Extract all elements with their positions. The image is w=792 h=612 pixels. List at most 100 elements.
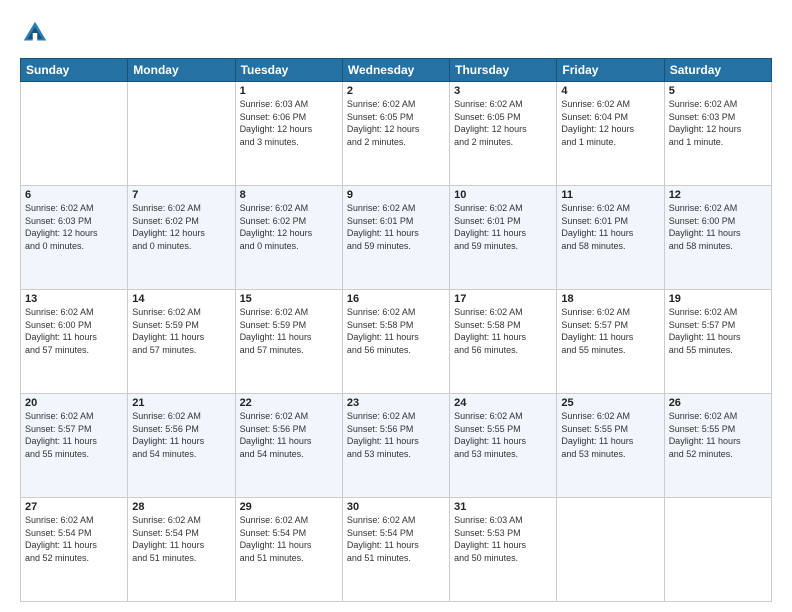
day-number: 25 [561, 397, 659, 409]
calendar-day-cell: 9Sunrise: 6:02 AM Sunset: 6:01 PM Daylig… [342, 186, 449, 290]
day-number: 31 [454, 501, 552, 513]
calendar-day-cell: 23Sunrise: 6:02 AM Sunset: 5:56 PM Dayli… [342, 394, 449, 498]
day-info: Sunrise: 6:02 AM Sunset: 5:59 PM Dayligh… [240, 306, 338, 356]
calendar-day-cell: 17Sunrise: 6:02 AM Sunset: 5:58 PM Dayli… [450, 290, 557, 394]
day-info: Sunrise: 6:02 AM Sunset: 5:54 PM Dayligh… [132, 514, 230, 564]
day-number: 14 [132, 293, 230, 305]
day-info: Sunrise: 6:02 AM Sunset: 6:03 PM Dayligh… [669, 98, 767, 148]
day-number: 21 [132, 397, 230, 409]
day-number: 8 [240, 189, 338, 201]
calendar-day-cell: 7Sunrise: 6:02 AM Sunset: 6:02 PM Daylig… [128, 186, 235, 290]
day-number: 28 [132, 501, 230, 513]
day-info: Sunrise: 6:02 AM Sunset: 5:57 PM Dayligh… [561, 306, 659, 356]
day-number: 12 [669, 189, 767, 201]
day-info: Sunrise: 6:02 AM Sunset: 5:58 PM Dayligh… [454, 306, 552, 356]
logo [20, 18, 54, 48]
day-number: 15 [240, 293, 338, 305]
day-info: Sunrise: 6:02 AM Sunset: 5:54 PM Dayligh… [347, 514, 445, 564]
calendar-day-cell: 31Sunrise: 6:03 AM Sunset: 5:53 PM Dayli… [450, 498, 557, 602]
calendar-day-cell [128, 82, 235, 186]
day-info: Sunrise: 6:02 AM Sunset: 6:00 PM Dayligh… [669, 202, 767, 252]
day-info: Sunrise: 6:02 AM Sunset: 5:59 PM Dayligh… [132, 306, 230, 356]
day-number: 26 [669, 397, 767, 409]
calendar-day-cell: 18Sunrise: 6:02 AM Sunset: 5:57 PM Dayli… [557, 290, 664, 394]
calendar-week-row: 27Sunrise: 6:02 AM Sunset: 5:54 PM Dayli… [21, 498, 772, 602]
day-info: Sunrise: 6:02 AM Sunset: 6:02 PM Dayligh… [132, 202, 230, 252]
day-number: 13 [25, 293, 123, 305]
day-info: Sunrise: 6:02 AM Sunset: 6:03 PM Dayligh… [25, 202, 123, 252]
calendar-day-cell: 27Sunrise: 6:02 AM Sunset: 5:54 PM Dayli… [21, 498, 128, 602]
weekday-header: Monday [128, 59, 235, 82]
day-info: Sunrise: 6:02 AM Sunset: 5:57 PM Dayligh… [25, 410, 123, 460]
day-info: Sunrise: 6:02 AM Sunset: 5:54 PM Dayligh… [240, 514, 338, 564]
day-info: Sunrise: 6:02 AM Sunset: 6:00 PM Dayligh… [25, 306, 123, 356]
day-number: 9 [347, 189, 445, 201]
day-info: Sunrise: 6:03 AM Sunset: 5:53 PM Dayligh… [454, 514, 552, 564]
calendar-day-cell: 2Sunrise: 6:02 AM Sunset: 6:05 PM Daylig… [342, 82, 449, 186]
day-info: Sunrise: 6:02 AM Sunset: 5:56 PM Dayligh… [132, 410, 230, 460]
day-info: Sunrise: 6:02 AM Sunset: 6:02 PM Dayligh… [240, 202, 338, 252]
calendar-day-cell: 4Sunrise: 6:02 AM Sunset: 6:04 PM Daylig… [557, 82, 664, 186]
calendar-day-cell: 8Sunrise: 6:02 AM Sunset: 6:02 PM Daylig… [235, 186, 342, 290]
header [20, 18, 772, 48]
weekday-header: Tuesday [235, 59, 342, 82]
day-info: Sunrise: 6:02 AM Sunset: 6:04 PM Dayligh… [561, 98, 659, 148]
day-info: Sunrise: 6:02 AM Sunset: 6:01 PM Dayligh… [347, 202, 445, 252]
calendar-day-cell: 5Sunrise: 6:02 AM Sunset: 6:03 PM Daylig… [664, 82, 771, 186]
day-info: Sunrise: 6:02 AM Sunset: 6:01 PM Dayligh… [454, 202, 552, 252]
calendar-day-cell: 12Sunrise: 6:02 AM Sunset: 6:00 PM Dayli… [664, 186, 771, 290]
calendar-week-row: 20Sunrise: 6:02 AM Sunset: 5:57 PM Dayli… [21, 394, 772, 498]
calendar-day-cell: 24Sunrise: 6:02 AM Sunset: 5:55 PM Dayli… [450, 394, 557, 498]
calendar-week-row: 13Sunrise: 6:02 AM Sunset: 6:00 PM Dayli… [21, 290, 772, 394]
day-number: 23 [347, 397, 445, 409]
calendar-day-cell: 21Sunrise: 6:02 AM Sunset: 5:56 PM Dayli… [128, 394, 235, 498]
calendar-day-cell: 19Sunrise: 6:02 AM Sunset: 5:57 PM Dayli… [664, 290, 771, 394]
calendar-day-cell: 15Sunrise: 6:02 AM Sunset: 5:59 PM Dayli… [235, 290, 342, 394]
day-number: 17 [454, 293, 552, 305]
calendar-header-row: SundayMondayTuesdayWednesdayThursdayFrid… [21, 59, 772, 82]
day-info: Sunrise: 6:02 AM Sunset: 5:57 PM Dayligh… [669, 306, 767, 356]
day-number: 19 [669, 293, 767, 305]
day-number: 20 [25, 397, 123, 409]
day-number: 18 [561, 293, 659, 305]
day-info: Sunrise: 6:02 AM Sunset: 5:56 PM Dayligh… [347, 410, 445, 460]
calendar-day-cell: 10Sunrise: 6:02 AM Sunset: 6:01 PM Dayli… [450, 186, 557, 290]
day-info: Sunrise: 6:02 AM Sunset: 5:55 PM Dayligh… [561, 410, 659, 460]
calendar-day-cell: 3Sunrise: 6:02 AM Sunset: 6:05 PM Daylig… [450, 82, 557, 186]
calendar-day-cell: 30Sunrise: 6:02 AM Sunset: 5:54 PM Dayli… [342, 498, 449, 602]
calendar-day-cell [21, 82, 128, 186]
calendar-day-cell: 28Sunrise: 6:02 AM Sunset: 5:54 PM Dayli… [128, 498, 235, 602]
day-number: 24 [454, 397, 552, 409]
day-info: Sunrise: 6:02 AM Sunset: 5:55 PM Dayligh… [454, 410, 552, 460]
calendar-day-cell [557, 498, 664, 602]
calendar-day-cell: 22Sunrise: 6:02 AM Sunset: 5:56 PM Dayli… [235, 394, 342, 498]
day-number: 10 [454, 189, 552, 201]
day-number: 4 [561, 85, 659, 97]
calendar-day-cell: 1Sunrise: 6:03 AM Sunset: 6:06 PM Daylig… [235, 82, 342, 186]
day-number: 3 [454, 85, 552, 97]
weekday-header: Saturday [664, 59, 771, 82]
weekday-header: Thursday [450, 59, 557, 82]
day-info: Sunrise: 6:02 AM Sunset: 6:01 PM Dayligh… [561, 202, 659, 252]
day-number: 2 [347, 85, 445, 97]
calendar-day-cell: 13Sunrise: 6:02 AM Sunset: 6:00 PM Dayli… [21, 290, 128, 394]
page: SundayMondayTuesdayWednesdayThursdayFrid… [0, 0, 792, 612]
day-info: Sunrise: 6:02 AM Sunset: 6:05 PM Dayligh… [454, 98, 552, 148]
calendar-day-cell: 20Sunrise: 6:02 AM Sunset: 5:57 PM Dayli… [21, 394, 128, 498]
day-number: 16 [347, 293, 445, 305]
calendar-week-row: 6Sunrise: 6:02 AM Sunset: 6:03 PM Daylig… [21, 186, 772, 290]
day-number: 7 [132, 189, 230, 201]
day-info: Sunrise: 6:02 AM Sunset: 5:54 PM Dayligh… [25, 514, 123, 564]
calendar-day-cell: 6Sunrise: 6:02 AM Sunset: 6:03 PM Daylig… [21, 186, 128, 290]
calendar-week-row: 1Sunrise: 6:03 AM Sunset: 6:06 PM Daylig… [21, 82, 772, 186]
calendar-day-cell: 14Sunrise: 6:02 AM Sunset: 5:59 PM Dayli… [128, 290, 235, 394]
logo-icon [20, 18, 50, 48]
day-number: 5 [669, 85, 767, 97]
weekday-header: Friday [557, 59, 664, 82]
calendar-day-cell: 11Sunrise: 6:02 AM Sunset: 6:01 PM Dayli… [557, 186, 664, 290]
day-number: 30 [347, 501, 445, 513]
day-number: 27 [25, 501, 123, 513]
calendar-day-cell [664, 498, 771, 602]
calendar-day-cell: 26Sunrise: 6:02 AM Sunset: 5:55 PM Dayli… [664, 394, 771, 498]
calendar-table: SundayMondayTuesdayWednesdayThursdayFrid… [20, 58, 772, 602]
